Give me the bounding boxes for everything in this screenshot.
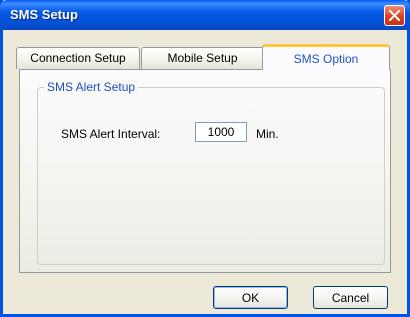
sms-setup-dialog: SMS Setup Connection Setup Mobile Setup … [0, 0, 410, 317]
interval-unit-label: Min. [256, 127, 279, 141]
sms-alert-setup-group: SMS Alert Setup SMS Alert Interval: Min. [37, 80, 385, 265]
sms-alert-interval-label: SMS Alert Interval: [61, 127, 161, 141]
title-bar[interactable]: SMS Setup [0, 0, 410, 30]
tab-mobile-setup[interactable]: Mobile Setup [141, 47, 264, 69]
cancel-button[interactable]: Cancel [313, 286, 388, 309]
tab-label: SMS Option [293, 52, 359, 66]
ok-button[interactable]: OK [213, 286, 288, 309]
tab-label: Mobile Setup [167, 51, 238, 65]
window-title: SMS Setup [10, 7, 78, 22]
tab-label: Connection Setup [30, 51, 126, 65]
sms-alert-interval-input[interactable] [195, 122, 247, 142]
tab-sms-option[interactable]: SMS Option [262, 44, 390, 70]
tab-connection-setup[interactable]: Connection Setup [16, 47, 140, 69]
close-button[interactable] [384, 5, 405, 26]
close-icon [389, 10, 400, 21]
sms-option-panel: SMS Alert Setup SMS Alert Interval: Min. [19, 69, 391, 273]
group-title: SMS Alert Setup [44, 80, 139, 94]
